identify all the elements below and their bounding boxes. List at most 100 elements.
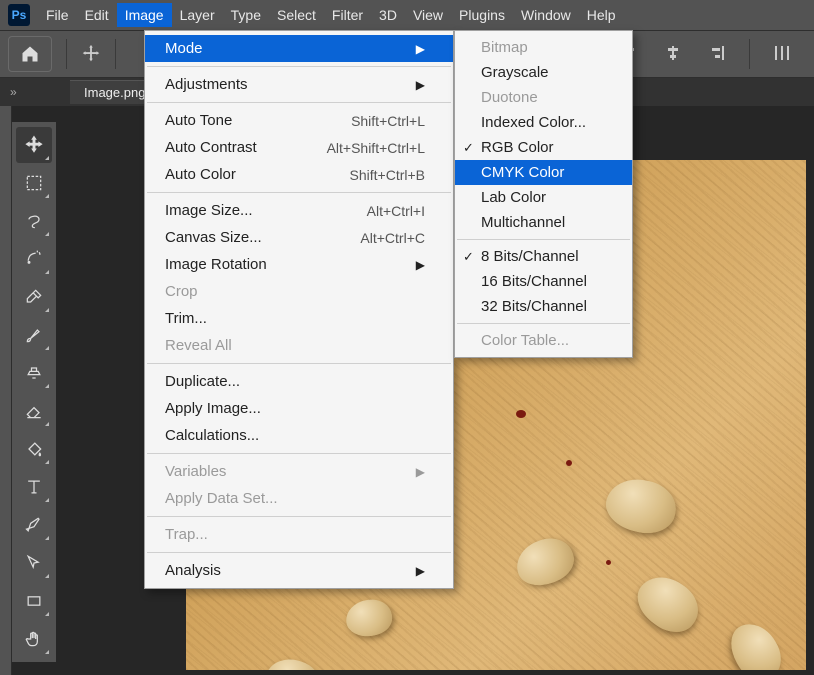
- marquee-icon: [24, 173, 44, 193]
- mode-item-label: Multichannel: [481, 214, 565, 231]
- menu-item-duplicate[interactable]: Duplicate...: [145, 368, 453, 395]
- pen-icon: [24, 515, 44, 535]
- eraser-icon: [24, 401, 44, 421]
- menu-item-auto-tone[interactable]: Auto ToneShift+Ctrl+L: [145, 107, 453, 134]
- menu-separator: [147, 363, 451, 364]
- separator: [66, 39, 67, 69]
- mode-item-16-bits-channel[interactable]: 16 Bits/Channel: [455, 269, 632, 294]
- menu-item-label: Image Rotation: [165, 256, 267, 273]
- mode-submenu: BitmapGrayscaleDuotoneIndexed Color...✓R…: [454, 30, 633, 358]
- menu-item-analysis[interactable]: Analysis▶: [145, 557, 453, 584]
- mode-item-cmyk-color[interactable]: CMYK Color: [455, 160, 632, 185]
- menu-item-auto-color[interactable]: Auto ColorShift+Ctrl+B: [145, 161, 453, 188]
- mode-item-8-bits-channel[interactable]: ✓8 Bits/Channel: [455, 244, 632, 269]
- menu-item-trim[interactable]: Trim...: [145, 305, 453, 332]
- align-center-h-icon[interactable]: [659, 39, 687, 67]
- menubar-item-select[interactable]: Select: [269, 3, 324, 27]
- separator: [749, 39, 750, 69]
- menu-item-apply-image[interactable]: Apply Image...: [145, 395, 453, 422]
- mode-item-label: CMYK Color: [481, 164, 564, 181]
- home-button[interactable]: [8, 36, 52, 72]
- chili-fleck: [516, 410, 526, 418]
- menu-item-auto-contrast[interactable]: Auto Contrast Alt+Shift+Ctrl+L: [145, 134, 453, 161]
- submenu-arrow-icon: ▶: [416, 465, 425, 479]
- tool-paint-bucket[interactable]: [16, 431, 52, 467]
- menubar-item-layer[interactable]: Layer: [172, 3, 223, 27]
- menu-item-image-rotation[interactable]: Image Rotation ▶: [145, 251, 453, 278]
- menu-item-canvas-size[interactable]: Canvas Size...Alt+Ctrl+C: [145, 224, 453, 251]
- menu-item-reveal-all: Reveal All: [145, 332, 453, 359]
- mode-item-grayscale[interactable]: Grayscale: [455, 60, 632, 85]
- tool-type[interactable]: [16, 469, 52, 505]
- tool-clone-stamp[interactable]: [16, 355, 52, 391]
- tool-brush[interactable]: [16, 317, 52, 353]
- tool-rectangle[interactable]: [16, 583, 52, 619]
- tool-magic-wand[interactable]: [16, 241, 52, 277]
- menu-item-label: Calculations...: [165, 427, 259, 444]
- tool-marquee[interactable]: [16, 165, 52, 201]
- align-right-icon[interactable]: [703, 39, 731, 67]
- submenu-arrow-icon: ▶: [416, 42, 425, 56]
- tool-move[interactable]: [16, 127, 52, 163]
- mode-item-indexed-color[interactable]: Indexed Color...: [455, 110, 632, 135]
- menu-item-crop: Crop: [145, 278, 453, 305]
- menu-item-shortcut: Alt+Ctrl+C: [360, 230, 425, 246]
- move-icon: [24, 135, 44, 155]
- path-select-icon: [24, 553, 44, 573]
- mode-item-color-table: Color Table...: [455, 328, 632, 353]
- menubar-item-image[interactable]: Image: [117, 3, 172, 27]
- mode-item-32-bits-channel[interactable]: 32 Bits/Channel: [455, 294, 632, 319]
- distribute-icon[interactable]: [768, 39, 796, 67]
- magic-wand-icon: [24, 249, 44, 269]
- tool-hand[interactable]: [16, 621, 52, 657]
- menu-separator: [147, 102, 451, 103]
- menubar-item-help[interactable]: Help: [579, 3, 624, 27]
- mode-item-multichannel[interactable]: Multichannel: [455, 210, 632, 235]
- tool-path-select[interactable]: [16, 545, 52, 581]
- align-controls: [611, 39, 800, 69]
- check-icon: ✓: [463, 140, 474, 156]
- menu-item-label: Image Size...: [165, 202, 253, 219]
- menu-item-calculations[interactable]: Calculations...: [145, 422, 453, 449]
- menubar-item-view[interactable]: View: [405, 3, 451, 27]
- menubar-item-file[interactable]: File: [38, 3, 77, 27]
- menubar-item-3d[interactable]: 3D: [371, 3, 405, 27]
- mode-item-label: RGB Color: [481, 139, 554, 156]
- menu-item-adjustments[interactable]: Adjustments▶: [145, 71, 453, 98]
- mode-item-rgb-color[interactable]: ✓ RGB Color: [455, 135, 632, 160]
- submenu-arrow-icon: ▶: [416, 258, 425, 272]
- menubar-item-type[interactable]: Type: [223, 3, 269, 27]
- eyedropper-icon: [24, 287, 44, 307]
- separator: [115, 39, 116, 69]
- menu-item-label: Trim...: [165, 310, 207, 327]
- paint-bucket-icon: [24, 439, 44, 459]
- tool-eraser[interactable]: [16, 393, 52, 429]
- expand-panels-handle[interactable]: »: [10, 85, 30, 99]
- menu-item-label: Auto Contrast: [165, 139, 257, 156]
- menu-item-mode[interactable]: Mode ▶: [145, 35, 453, 62]
- menubar-item-filter[interactable]: Filter: [324, 3, 371, 27]
- left-rail: [0, 106, 12, 675]
- tool-lasso[interactable]: [16, 203, 52, 239]
- menu-item-label: Mode: [165, 40, 203, 57]
- menu-item-label: Duplicate...: [165, 373, 240, 390]
- menu-item-label: Trap...: [165, 526, 208, 543]
- mode-item-label: Bitmap: [481, 39, 528, 56]
- menubar-item-edit[interactable]: Edit: [77, 3, 117, 27]
- mode-item-lab-color[interactable]: Lab Color: [455, 185, 632, 210]
- chili-fleck: [566, 460, 572, 466]
- menu-separator: [147, 192, 451, 193]
- menubar-item-window[interactable]: Window: [513, 3, 579, 27]
- menu-item-image-size[interactable]: Image Size...Alt+Ctrl+I: [145, 197, 453, 224]
- tool-eyedropper[interactable]: [16, 279, 52, 315]
- home-icon: [20, 44, 40, 64]
- tool-pen[interactable]: [16, 507, 52, 543]
- submenu-arrow-icon: ▶: [416, 78, 425, 92]
- menu-separator: [147, 516, 451, 517]
- app-logo: Ps: [8, 4, 30, 26]
- menu-item-shortcut: Alt+Shift+Ctrl+L: [327, 140, 425, 156]
- menu-item-label: Variables: [165, 463, 226, 480]
- menu-item-label: Crop: [165, 283, 198, 300]
- menu-item-label: Apply Data Set...: [165, 490, 278, 507]
- menubar-item-plugins[interactable]: Plugins: [451, 3, 513, 27]
